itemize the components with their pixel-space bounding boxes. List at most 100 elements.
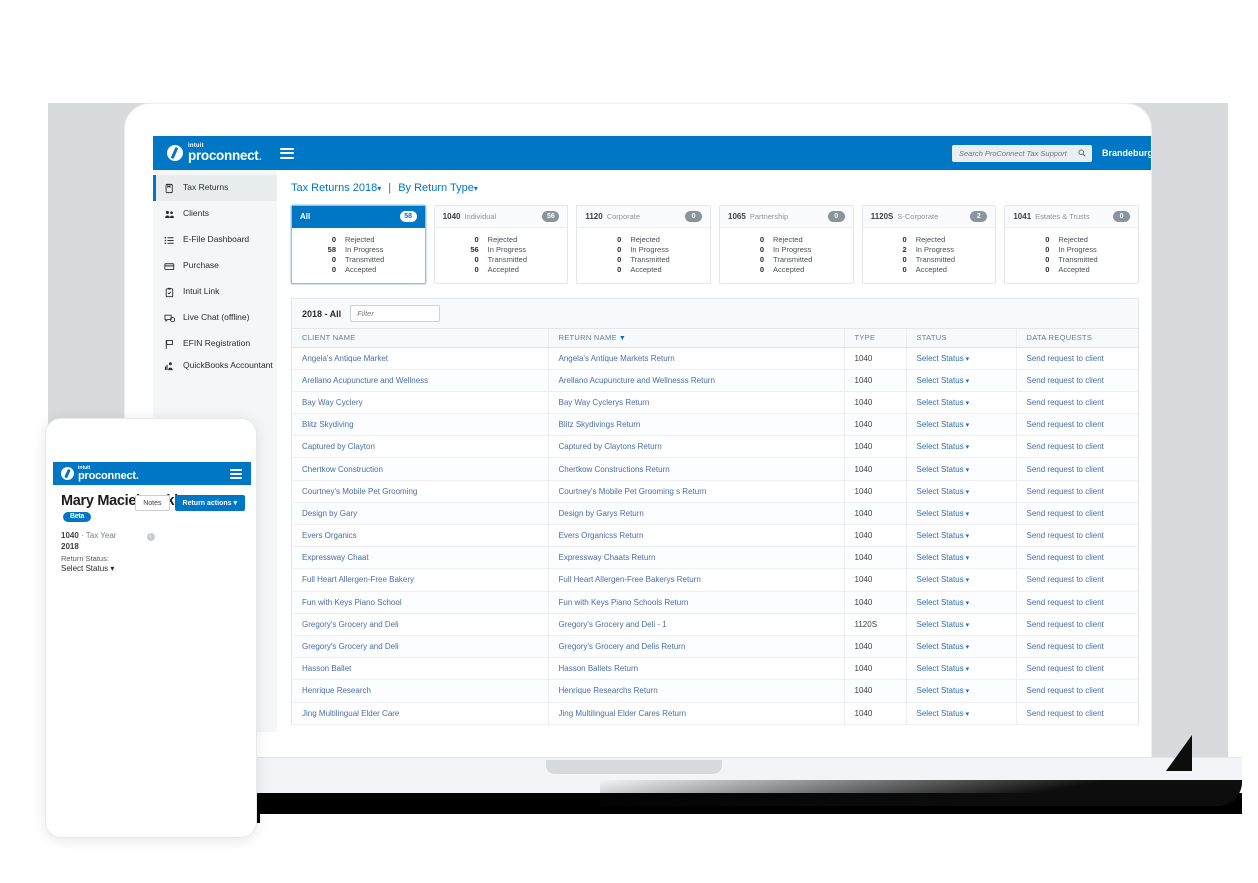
chevron-down-icon[interactable]: ▾ — [474, 184, 478, 193]
table-row[interactable]: Gregory's Grocery and Deli Gregory's Groc… — [292, 613, 1138, 636]
filter-input[interactable] — [350, 305, 441, 322]
breadcrumb-secondary[interactable]: By Return Type — [398, 182, 474, 194]
table-row[interactable]: Henrique Research Henrique Researchs Retu… — [292, 679, 1138, 703]
client-name-link[interactable]: Full Heart Allergen-Free Bakery — [302, 575, 414, 584]
status-dropdown[interactable]: Select Status ▾ — [917, 509, 970, 518]
send-request-link[interactable]: Send request to client — [1027, 354, 1104, 363]
sidebar-item-clients[interactable]: Clients — [153, 201, 277, 227]
client-name-link[interactable]: Chertkow Construction — [302, 465, 383, 474]
status-dropdown[interactable]: Select Status ▾ — [917, 465, 970, 474]
send-request-link[interactable]: Send request to client — [1027, 531, 1104, 540]
table-row[interactable]: Evers Organics Evers Organicss Return 1040… — [292, 524, 1138, 548]
client-name-link[interactable]: Gregory's Grocery and Deli — [302, 620, 399, 629]
send-request-link[interactable]: Send request to client — [1027, 620, 1104, 629]
client-name-link[interactable]: Captured by Clayton — [302, 442, 375, 451]
client-name-link[interactable]: Design by Gary — [302, 509, 357, 518]
client-name-link[interactable]: Jing Multilingual Elder Care — [302, 709, 399, 718]
return-name-link[interactable]: Evers Organicss Return — [559, 531, 644, 540]
client-name-link[interactable]: Bay Way Cyclery — [302, 398, 363, 407]
column-header[interactable]: TYPE — [844, 329, 907, 348]
table-row[interactable]: Arellano Acupuncture and Wellness Arellan… — [292, 369, 1138, 392]
status-dropdown[interactable]: Select Status ▾ — [917, 620, 970, 629]
table-row[interactable]: Bay Way Cyclery Bay Way Cyclerys Return 10… — [292, 391, 1138, 415]
status-dropdown[interactable]: Select Status ▾ — [917, 442, 970, 451]
return-type-card[interactable]: All 58 0 Rejected 58 In Progress 0 Transmitted 0… — [291, 205, 426, 284]
return-type-card[interactable]: 1040 Individual 56 0 Rejected 56 In Progress 0 T… — [433, 205, 569, 284]
return-actions-button[interactable]: Return actions ▾ — [174, 495, 245, 511]
return-name-link[interactable]: Arellano Acupuncture and Wellnesss Retur… — [559, 376, 715, 385]
send-request-link[interactable]: Send request to client — [1027, 598, 1104, 607]
return-name-link[interactable]: Full Heart Allergen-Free Bakerys Return — [559, 575, 701, 584]
send-request-link[interactable]: Send request to client — [1027, 642, 1104, 651]
status-dropdown[interactable]: Select Status ▾ — [917, 709, 970, 718]
status-dropdown[interactable]: Select Status ▾ — [917, 553, 970, 562]
return-name-link[interactable]: Angela's Antique Markets Return — [559, 354, 675, 363]
status-dropdown[interactable]: Select Status ▾ — [917, 487, 970, 496]
sidebar-item-efile-dashboard[interactable]: E-File Dashboard — [153, 227, 277, 253]
phone-proconnect-logo[interactable]: intuit proconnect. — [61, 465, 139, 482]
return-name-link[interactable]: Courtney's Mobile Pet Grooming s Return — [559, 487, 707, 496]
table-row[interactable]: Captured by Clayton Captured by Claytons … — [292, 435, 1138, 459]
return-type-card[interactable]: 1065 Partnership 0 0 Rejected 0 In Progress 0 Tr… — [719, 205, 854, 284]
return-name-link[interactable]: Expressway Chaats Return — [559, 553, 656, 562]
return-name-link[interactable]: Fun with Keys Piano Schools Return — [559, 598, 689, 607]
return-status-select[interactable]: Select Status ▾ — [61, 564, 243, 573]
table-row[interactable]: Expressway Chaat Expressway Chaats Return… — [292, 546, 1138, 570]
return-name-link[interactable]: Jing Multilingual Elder Cares Return — [559, 709, 687, 718]
sidebar-item-purchase[interactable]: Purchase — [153, 253, 277, 279]
sidebar-item-tax-returns[interactable]: Tax Returns — [153, 175, 277, 201]
status-dropdown[interactable]: Select Status ▾ — [917, 642, 970, 651]
send-request-link[interactable]: Send request to client — [1027, 465, 1104, 474]
status-dropdown[interactable]: Select Status ▾ — [917, 376, 970, 385]
return-type-card[interactable]: 1120 Corporate 0 0 Rejected 0 In Progress 0 Tran… — [576, 205, 712, 284]
table-row[interactable]: Full Heart Allergen-Free Bakery Full Hear… — [292, 568, 1138, 592]
sidebar-item-intuit-link[interactable]: Intuit Link — [153, 279, 277, 305]
send-request-link[interactable]: Send request to client — [1027, 487, 1104, 496]
return-name-link[interactable]: Chertkow Constructions Return — [559, 465, 670, 474]
breadcrumb-primary[interactable]: Tax Returns 2018 — [291, 182, 377, 194]
sidebar-item-quickbooks-accountant[interactable]: QuickBooks Accountant — [153, 357, 277, 389]
notes-button[interactable]: Notes — [135, 495, 170, 511]
send-request-link[interactable]: Send request to client — [1027, 664, 1104, 673]
client-name-link[interactable]: Hasson Ballet — [302, 664, 351, 673]
return-name-link[interactable]: Bay Way Cyclerys Return — [559, 398, 650, 407]
client-name-link[interactable]: Angela's Antique Market — [302, 354, 388, 363]
return-name-link[interactable]: Henrique Researchs Return — [559, 686, 658, 695]
info-icon[interactable]: i — [146, 533, 155, 542]
table-row[interactable]: Design by Gary Design by Garys Return 1040… — [292, 502, 1138, 526]
hamburger-icon[interactable] — [230, 468, 242, 479]
hamburger-icon[interactable] — [279, 147, 294, 159]
table-row[interactable]: Gregory's Grocery and Deli Gregory's Groc… — [292, 635, 1138, 659]
sidebar-item-efin-registration[interactable]: EFIN Registration — [153, 331, 277, 357]
client-name-link[interactable]: Courtney's Mobile Pet Grooming — [302, 487, 417, 496]
status-dropdown[interactable]: Select Status ▾ — [917, 398, 970, 407]
proconnect-logo[interactable]: intuit proconnect. — [167, 143, 262, 163]
client-name-link[interactable]: Gregory's Grocery and Deli — [302, 642, 399, 651]
column-header[interactable]: DATA REQUESTS — [1016, 329, 1138, 348]
table-row[interactable]: Jing Multilingual Elder Care Jing Multili… — [292, 702, 1138, 725]
send-request-link[interactable]: Send request to client — [1027, 575, 1104, 584]
send-request-link[interactable]: Send request to client — [1027, 398, 1104, 407]
return-type-card[interactable]: 1041 Estates & Trusts 0 0 Rejected 0 In Progre… — [1004, 205, 1140, 284]
return-type-card[interactable]: 1120S S-Corporate 2 0 Rejected 2 In Progress 0 T… — [861, 205, 997, 284]
status-dropdown[interactable]: Select Status ▾ — [917, 354, 970, 363]
table-row[interactable]: Hasson Ballet Hasson Ballets Return 1040 Se… — [292, 657, 1138, 681]
sidebar-item-live-chat[interactable]: Live Chat (offline) — [153, 305, 277, 331]
table-row[interactable]: Angela's Antique Market Angela's Antique … — [292, 347, 1138, 370]
table-row[interactable]: Blitz Skydiving Blitz Skydivings Return 10… — [292, 413, 1138, 437]
return-name-link[interactable]: Blitz Skydivings Return — [559, 420, 641, 429]
table-row[interactable]: Fun with Keys Piano School Fun with Keys … — [292, 591, 1138, 614]
send-request-link[interactable]: Send request to client — [1027, 420, 1104, 429]
support-search-input[interactable] — [951, 148, 1067, 158]
send-request-link[interactable]: Send request to client — [1027, 442, 1104, 451]
column-header[interactable]: RETURN NAME ▼ — [548, 329, 845, 348]
send-request-link[interactable]: Send request to client — [1027, 376, 1104, 385]
client-name-link[interactable]: Arellano Acupuncture and Wellness — [302, 376, 428, 385]
column-header[interactable]: CLIENT NAME — [292, 329, 549, 348]
client-name-link[interactable]: Henrique Research — [302, 686, 371, 695]
status-dropdown[interactable]: Select Status ▾ — [917, 664, 970, 673]
return-name-link[interactable]: Design by Garys Return — [559, 509, 644, 518]
client-name-link[interactable]: Evers Organics — [302, 531, 357, 540]
return-name-link[interactable]: Captured by Claytons Return — [559, 442, 662, 451]
status-dropdown[interactable]: Select Status ▾ — [917, 686, 970, 695]
